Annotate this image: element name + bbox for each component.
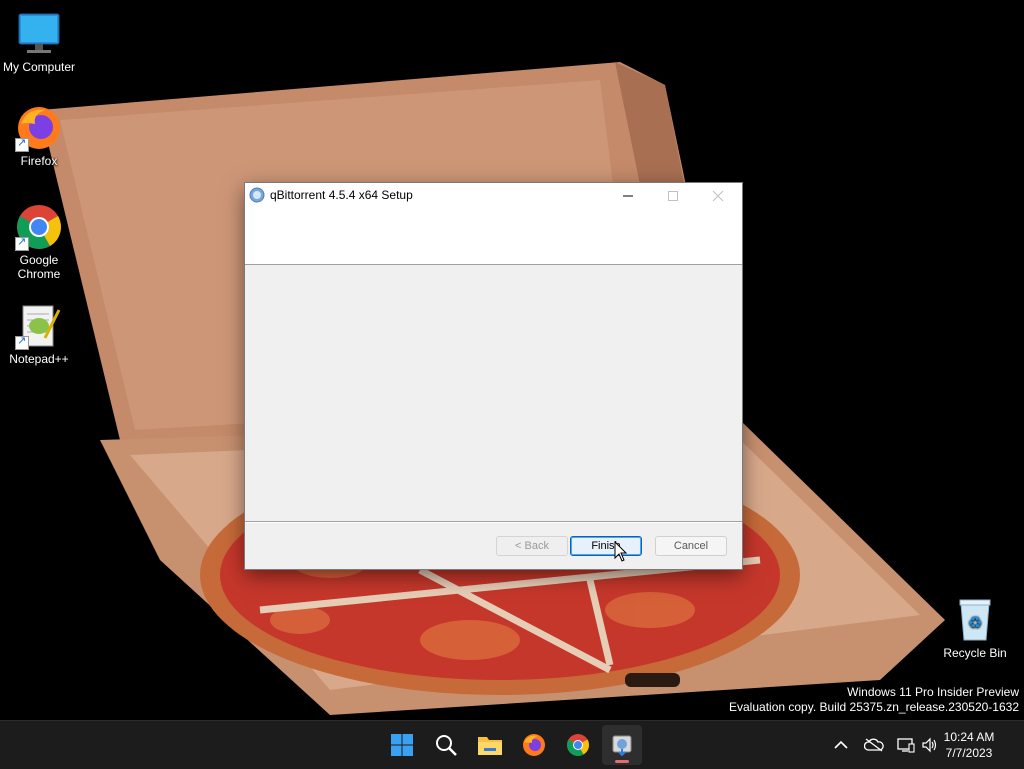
- cloud-offline-icon: [864, 738, 884, 752]
- desktop-icon-label: Notepad++: [9, 352, 69, 366]
- firefox-icon: [523, 734, 545, 756]
- maximize-icon: [667, 190, 678, 201]
- watermark-line-1: Windows 11 Pro Insider Preview: [847, 685, 1019, 699]
- svg-text:♻: ♻: [968, 613, 982, 632]
- taskbar-chrome[interactable]: [558, 725, 598, 765]
- chrome-icon: [567, 734, 589, 756]
- desktop-icon-label: My Computer: [2, 60, 76, 74]
- notepadpp-icon: [15, 302, 63, 350]
- shortcut-arrow-icon: [15, 235, 29, 251]
- network-icon: [897, 738, 915, 753]
- desktop-icon-my-computer[interactable]: My Computer: [0, 10, 78, 74]
- taskbar-firefox[interactable]: [514, 725, 554, 765]
- tray-overflow-button[interactable]: [830, 721, 852, 769]
- desktop-icon-chrome[interactable]: Google Chrome: [0, 203, 78, 281]
- close-button: [695, 183, 740, 208]
- search-button[interactable]: [426, 725, 466, 765]
- dialog-titlebar[interactable]: qBittorrent 4.5.4 x64 Setup: [245, 183, 742, 208]
- finish-button[interactable]: Finish: [570, 536, 642, 556]
- active-app-indicator: [615, 760, 629, 763]
- tray-onedrive[interactable]: [862, 721, 886, 769]
- qbittorrent-icon: [249, 187, 265, 203]
- taskbar-file-explorer[interactable]: [470, 725, 510, 765]
- dialog-title: qBittorrent 4.5.4 x64 Setup: [270, 188, 413, 202]
- close-icon: [712, 190, 723, 201]
- desktop-icon-label: Recycle Bin: [943, 646, 1007, 660]
- shortcut-arrow-icon: [15, 136, 29, 152]
- taskbar: 10:24 AM 7/7/2023: [0, 720, 1024, 769]
- taskbar-clock[interactable]: 10:24 AM 7/7/2023: [934, 729, 1004, 761]
- back-button: < Back: [496, 536, 568, 556]
- wizard-header-panel: [245, 208, 742, 265]
- maximize-button: [650, 183, 695, 208]
- desktop-icon-label: Google Chrome: [17, 253, 61, 281]
- clock-time: 10:24 AM: [943, 730, 995, 744]
- shortcut-arrow-icon: [15, 334, 29, 350]
- file-explorer-icon: [478, 737, 502, 755]
- desktop-icon-firefox[interactable]: Firefox: [0, 104, 78, 168]
- recycle-bin-icon: ♻: [951, 596, 999, 644]
- desktop-icon-label: Firefox: [20, 154, 58, 168]
- minimize-icon: [622, 195, 633, 196]
- desktop-icon-recycle-bin[interactable]: ♻ Recycle Bin: [936, 596, 1014, 660]
- monitor-icon: [15, 10, 63, 58]
- chevron-up-icon: [834, 740, 848, 749]
- button-separator-highlight: [245, 522, 742, 523]
- watermark-line-2: Evaluation copy. Build 25375.zn_release.…: [729, 700, 1019, 714]
- firefox-icon: [15, 104, 63, 152]
- qbittorrent-setup-icon: [612, 735, 632, 757]
- start-icon: [391, 734, 413, 756]
- chrome-icon: [15, 203, 63, 251]
- clock-date: 7/7/2023: [945, 746, 993, 760]
- setup-dialog: qBittorrent 4.5.4 x64 Setup < Back Finis…: [245, 183, 742, 569]
- cancel-button[interactable]: Cancel: [655, 536, 727, 556]
- taskbar-qbittorrent-setup[interactable]: [602, 725, 642, 765]
- minimize-button[interactable]: [605, 183, 650, 208]
- windows-watermark: Windows 11 Pro Insider Preview Evaluatio…: [729, 685, 1019, 715]
- tray-network[interactable]: [894, 721, 918, 769]
- mouse-cursor-icon: [614, 541, 628, 562]
- search-icon: [436, 735, 457, 756]
- start-button[interactable]: [382, 725, 422, 765]
- wizard-body-panel: [245, 265, 742, 521]
- desktop-icon-notepadpp[interactable]: Notepad++: [0, 302, 78, 366]
